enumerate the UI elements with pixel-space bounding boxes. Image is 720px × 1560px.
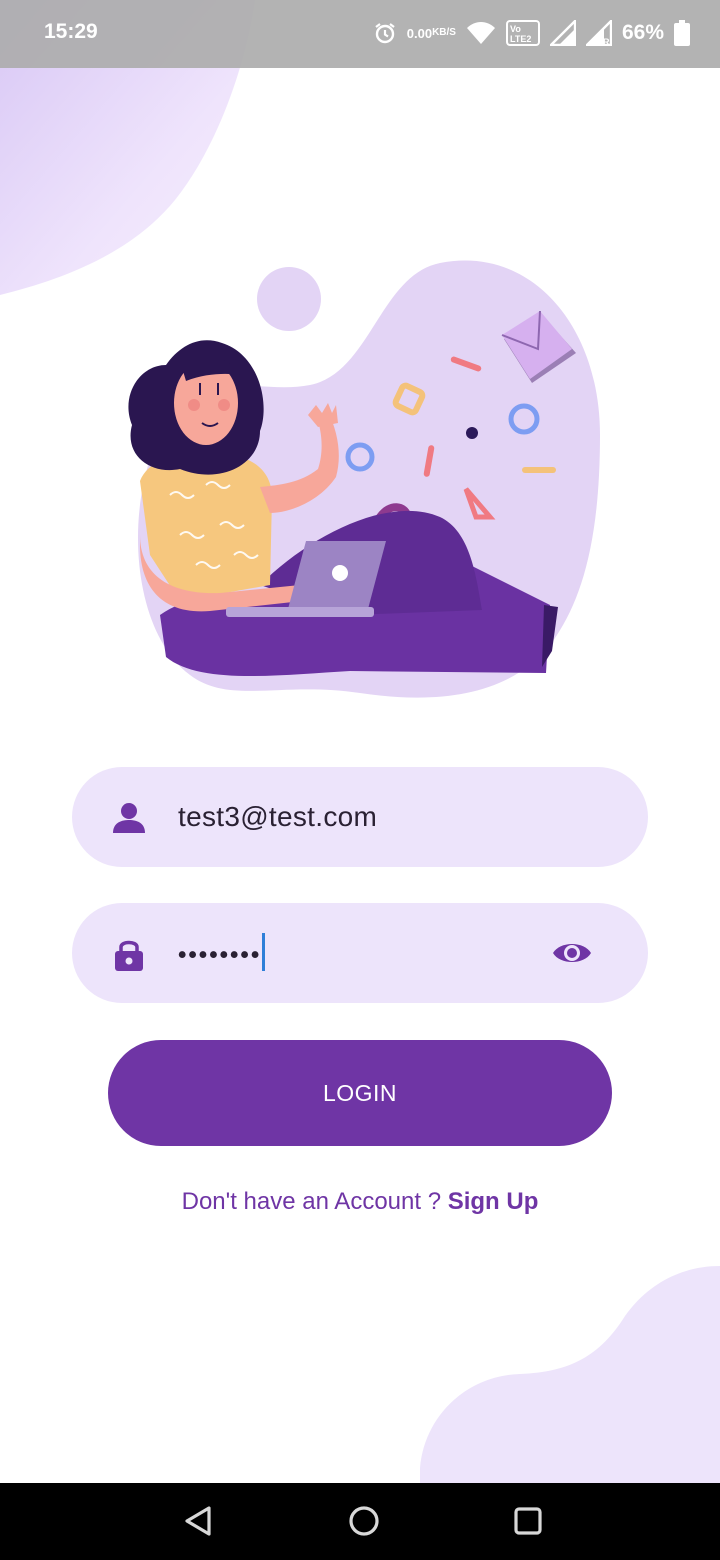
email-field[interactable]: test3@test.com: [72, 767, 648, 867]
network-speed-unit: KB/S: [432, 27, 456, 38]
svg-text:R: R: [603, 37, 610, 46]
eye-icon[interactable]: [552, 938, 592, 968]
battery-icon: [674, 20, 690, 46]
password-masked-text: ••••••••: [178, 941, 262, 969]
alarm-icon: [373, 21, 397, 45]
network-speed-value: 0.00: [406, 25, 433, 41]
password-value: ••••••••: [178, 933, 266, 975]
home-icon[interactable]: [346, 1503, 382, 1539]
signup-prompt: Don't have an Account ? Sign Up: [0, 1188, 720, 1216]
signal-icon: [549, 20, 576, 46]
signup-prompt-text: Don't have an Account ?: [181, 1188, 448, 1215]
signup-link[interactable]: Sign Up: [448, 1188, 539, 1215]
network-speed: 0.00 KB/S: [407, 27, 456, 40]
battery-percent: 66%: [621, 21, 664, 44]
person-icon: [113, 803, 145, 833]
password-field[interactable]: ••••••••: [72, 903, 648, 1003]
email-value: test3@test.com: [178, 801, 378, 832]
signal-roaming-icon: R: [585, 20, 612, 46]
lock-icon: [115, 940, 143, 971]
svg-text:LTE2: LTE2: [510, 34, 531, 44]
status-icons: 0.00 KB/S Vo LTE2 R 66%: [373, 16, 690, 50]
svg-text:Vo: Vo: [510, 24, 521, 34]
decorative-blob-bottom: [420, 1266, 720, 1486]
text-cursor: [262, 933, 266, 971]
back-icon[interactable]: [181, 1503, 217, 1539]
status-bar: 15:29 0.00 KB/S Vo LTE2 R 66%: [0, 0, 720, 68]
navigation-bar: [0, 1483, 720, 1560]
hero-illustration: [128, 260, 601, 698]
volte-icon: Vo LTE2: [505, 20, 540, 46]
recents-icon[interactable]: [510, 1503, 546, 1539]
status-time: 15:29: [44, 20, 98, 43]
wifi-icon: [466, 21, 496, 45]
login-button[interactable]: LOGIN: [108, 1040, 612, 1146]
